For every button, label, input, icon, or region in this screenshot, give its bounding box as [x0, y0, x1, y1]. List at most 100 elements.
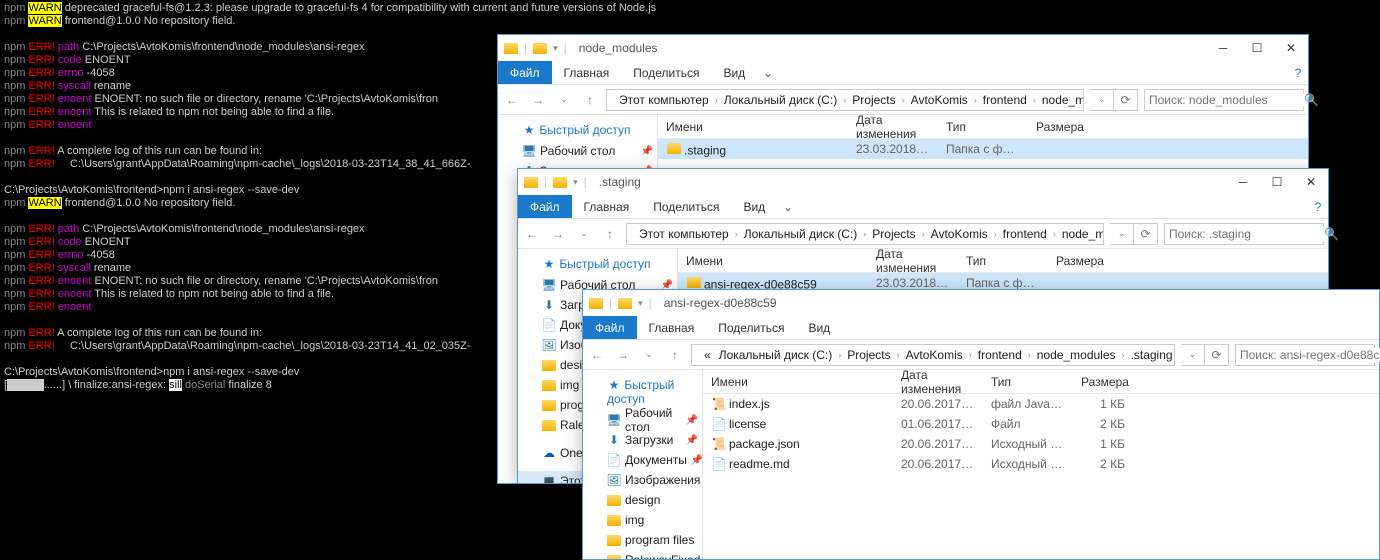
breadcrumb[interactable]: Локальный диск (C:) — [720, 90, 842, 110]
table-row[interactable]: .staging 23.03.2018 16:46 Папка с файлам… — [658, 139, 1308, 159]
sidebar-quick-access[interactable]: ★ Быстрый доступ — [498, 121, 657, 141]
help-icon[interactable]: ? — [1308, 195, 1328, 218]
breadcrumb[interactable]: frontend — [999, 224, 1051, 244]
recent-button[interactable]: ⌄ — [574, 224, 594, 244]
col-date[interactable]: Дата изменения — [848, 115, 938, 141]
breadcrumb[interactable]: « — [700, 345, 715, 365]
breadcrumb[interactable]: AvtoKomis — [902, 345, 967, 365]
col-name[interactable]: Имени — [703, 375, 893, 389]
col-type[interactable]: Тип — [983, 375, 1073, 389]
up-button[interactable]: ↑ — [580, 90, 600, 110]
search-input[interactable] — [1149, 93, 1304, 107]
search-input[interactable] — [1169, 227, 1324, 241]
ribbon-tab-share[interactable]: Поделиться — [621, 61, 711, 84]
col-size[interactable]: Размера — [1048, 254, 1108, 268]
address-dropdown[interactable]: ⌄ — [1181, 344, 1205, 366]
table-row[interactable]: 📄license 01.06.2017 22:17 Файл 2 КБ — [703, 414, 1379, 434]
up-button[interactable]: ↑ — [665, 345, 685, 365]
sidebar-item-folder[interactable]: img — [583, 510, 702, 530]
address-bar[interactable]: Этот компьютер› Локальный диск (C:)› Pro… — [606, 89, 1084, 111]
address-dropdown[interactable]: ⌄ — [1110, 223, 1134, 245]
refresh-button[interactable]: ⟳ — [1114, 89, 1138, 111]
file-pane[interactable]: Имени Дата изменения Тип Размера 📜index.… — [703, 370, 1379, 559]
titlebar[interactable]: | ▾ | .staging ─ ☐ ✕ — [518, 169, 1328, 195]
refresh-button[interactable]: ⟳ — [1134, 223, 1158, 245]
ribbon-tab-share[interactable]: Поделиться — [706, 316, 796, 339]
breadcrumb[interactable]: .staging — [1127, 345, 1175, 365]
sidebar-item-downloads[interactable]: ⬇Загрузки📌 — [583, 430, 702, 450]
minimize-button[interactable]: ─ — [1226, 169, 1260, 195]
address-dropdown[interactable]: ⌄ — [1090, 89, 1114, 111]
titlebar[interactable]: | ▾ | node_modules ─ ☐ ✕ — [498, 35, 1308, 61]
address-bar[interactable]: Этот компьютер› Локальный диск (C:)› Pro… — [626, 223, 1104, 245]
titlebar[interactable]: | ▾ | ansi-regex-d0e88c59 ─☐✕ — [583, 290, 1379, 316]
back-button[interactable]: ← — [587, 345, 607, 365]
recent-button[interactable]: ⌄ — [639, 345, 659, 365]
ribbon-tab-view[interactable]: Вид — [731, 195, 777, 218]
col-type[interactable]: Тип — [938, 120, 1028, 134]
ribbon-tab-home[interactable]: Главная — [572, 195, 642, 218]
col-type[interactable]: Тип — [958, 254, 1048, 268]
forward-button[interactable]: → — [528, 90, 548, 110]
col-name[interactable]: Имени — [678, 254, 868, 268]
column-headers[interactable]: Имени Дата изменения Тип Размера — [678, 249, 1328, 273]
breadcrumb[interactable]: Projects — [868, 224, 919, 244]
breadcrumb[interactable]: AvtoKomis — [927, 224, 992, 244]
breadcrumb[interactable]: Projects — [848, 90, 899, 110]
sidebar-item-desktop[interactable]: 🖥Рабочий стол📌 — [498, 141, 657, 161]
breadcrumb[interactable]: Локальный диск (C:) — [740, 224, 862, 244]
col-date[interactable]: Дата изменения — [893, 370, 983, 396]
maximize-button[interactable]: ☐ — [1260, 169, 1294, 195]
sidebar-item-documents[interactable]: 📄Документы📌 — [583, 450, 702, 470]
table-row[interactable]: 📄readme.md 20.06.2017 14:17 Исходный фай… — [703, 454, 1379, 474]
breadcrumb[interactable]: AvtoKomis — [907, 90, 972, 110]
sidebar-item-desktop[interactable]: 🖥Рабочий стол📌 — [583, 410, 702, 430]
ribbon-tab-file[interactable]: Файл — [518, 195, 572, 218]
breadcrumb[interactable]: Этот компьютер — [615, 90, 713, 110]
ribbon-tab-home[interactable]: Главная — [637, 316, 707, 339]
col-size[interactable]: Размера — [1073, 375, 1133, 389]
minimize-button[interactable]: ─ — [1206, 35, 1240, 61]
ribbon-tab-view[interactable]: Вид — [796, 316, 842, 339]
sidebar-item-folder[interactable]: RalewayFixed — [583, 550, 702, 559]
ribbon-tab-share[interactable]: Поделиться — [641, 195, 731, 218]
sidebar-quick-access[interactable]: ★ Быстрый доступ — [583, 376, 702, 410]
ribbon-tab-home[interactable]: Главная — [552, 61, 622, 84]
refresh-button[interactable]: ⟳ — [1205, 344, 1229, 366]
close-button[interactable]: ✕ — [1274, 35, 1308, 61]
table-row[interactable]: 📜package.json 20.06.2017 22:03 Исходный … — [703, 434, 1379, 454]
sidebar-item-folder[interactable]: design — [583, 490, 702, 510]
col-date[interactable]: Дата изменения — [868, 249, 958, 275]
maximize-button[interactable]: ☐ — [1240, 35, 1274, 61]
ribbon-tab-file[interactable]: Файл — [498, 61, 552, 84]
back-button[interactable]: ← — [522, 224, 542, 244]
col-name[interactable]: Имени — [658, 120, 848, 134]
explorer-window-ansi-regex[interactable]: | ▾ | ansi-regex-d0e88c59 ─☐✕ Файл Главн… — [582, 289, 1380, 560]
search-box[interactable]: 🔍 — [1164, 223, 1324, 245]
forward-button[interactable]: → — [613, 345, 633, 365]
breadcrumb[interactable]: Этот компьютер — [635, 224, 733, 244]
help-icon[interactable]: ? — [1288, 61, 1308, 84]
back-button[interactable]: ← — [502, 90, 522, 110]
breadcrumb[interactable]: Projects — [843, 345, 894, 365]
ribbon-tab-file[interactable]: Файл — [583, 316, 637, 339]
breadcrumb[interactable]: node_modules — [1058, 224, 1104, 244]
ribbon-expand[interactable]: ⌄ — [757, 61, 779, 84]
ribbon-tab-view[interactable]: Вид — [711, 61, 757, 84]
sidebar-item-folder[interactable]: program files — [583, 530, 702, 550]
forward-button[interactable]: → — [548, 224, 568, 244]
breadcrumb[interactable]: frontend — [979, 90, 1031, 110]
qat-chevron[interactable]: ▾ — [553, 43, 558, 54]
recent-button[interactable]: ⌄ — [554, 90, 574, 110]
ribbon-expand[interactable]: ⌄ — [777, 195, 799, 218]
search-box[interactable]: 🔍 — [1235, 344, 1375, 366]
sidebar[interactable]: ★ Быстрый доступ 🖥Рабочий стол📌 ⬇Загрузк… — [583, 370, 703, 559]
breadcrumb[interactable]: node_modules — [1038, 90, 1084, 110]
breadcrumb[interactable]: node_modules — [1033, 345, 1120, 365]
up-button[interactable]: ↑ — [600, 224, 620, 244]
col-size[interactable]: Размера — [1028, 120, 1088, 134]
sidebar-item-pictures[interactable]: 🖼Изображения📌 — [583, 470, 702, 490]
breadcrumb[interactable]: frontend — [974, 345, 1026, 365]
column-headers[interactable]: Имени Дата изменения Тип Размера — [658, 115, 1308, 139]
close-button[interactable]: ✕ — [1294, 169, 1328, 195]
